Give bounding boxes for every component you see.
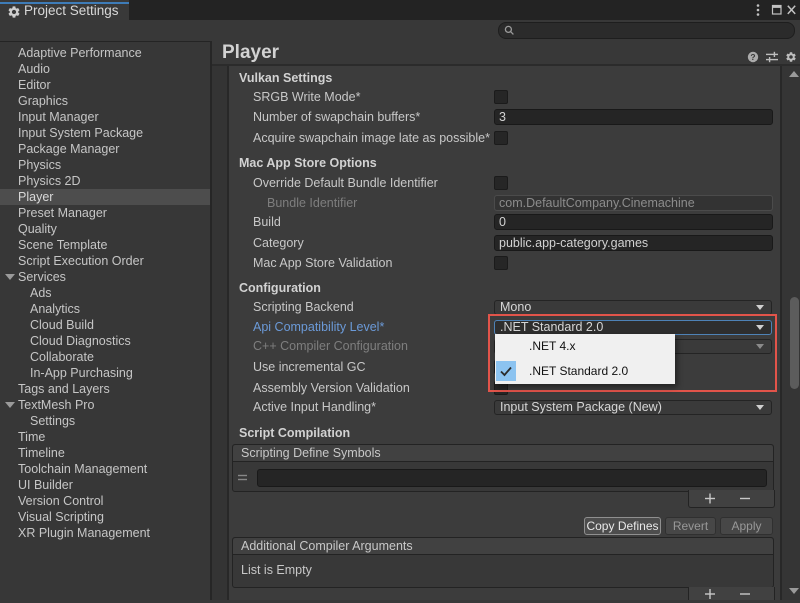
svg-text:?: ? [750, 52, 755, 62]
